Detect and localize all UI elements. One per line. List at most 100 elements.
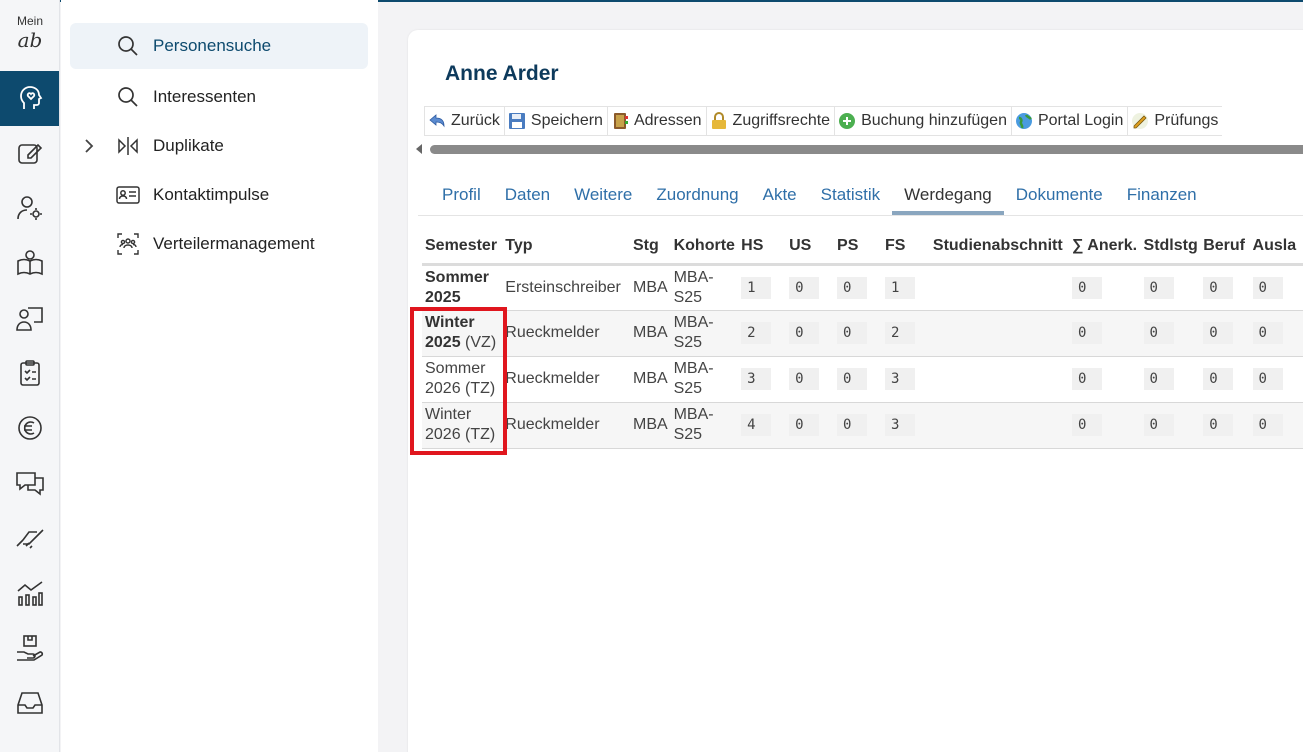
anerk-cell: 0 xyxy=(1069,264,1141,310)
tab-weitere[interactable]: Weitere xyxy=(562,180,644,216)
edit-icon[interactable] xyxy=(0,133,59,173)
nav-item-label: Interessenten xyxy=(153,87,257,106)
studienabschnitt-cell xyxy=(930,356,1069,402)
ps-cell: 0 xyxy=(834,356,882,402)
stdlstg-cell: 0 xyxy=(1141,264,1201,310)
exams-button[interactable]: Prüfungs xyxy=(1127,106,1223,136)
inbox-icon[interactable] xyxy=(0,683,59,723)
col-header-semester[interactable]: Semester xyxy=(422,230,502,264)
stdlstg-value: 0 xyxy=(1143,368,1174,390)
globe-icon xyxy=(1015,113,1032,129)
col-header-us[interactable]: US xyxy=(786,230,834,264)
table-row[interactable]: Winter 2026 (TZ) Rueckmelder MBA MBA- S25 … xyxy=(422,402,1303,448)
access-rights-button[interactable]: Zugriffsrechte xyxy=(705,106,835,136)
kohorte-part: S25 xyxy=(673,380,703,397)
col-header-stdlstg[interactable]: Stdlstg xyxy=(1141,230,1201,264)
compare-icon xyxy=(118,137,138,155)
nav-item-personensuche[interactable]: Personensuche xyxy=(70,23,368,69)
kohorte-part: MBA- xyxy=(673,406,714,423)
semester-season: Sommer xyxy=(425,268,490,286)
tab-daten[interactable]: Daten xyxy=(493,180,562,216)
tab-zuordnung[interactable]: Zuordnung xyxy=(644,180,750,216)
table-row[interactable]: Sommer 2026 (TZ) Rueckmelder MBA MBA- S25 … xyxy=(422,356,1303,402)
tab-statistik[interactable]: Statistik xyxy=(809,180,893,216)
table-row[interactable]: Winter 2025 (VZ) Rueckmelder MBA MBA- S25 … xyxy=(422,310,1303,356)
book-user-icon[interactable] xyxy=(0,243,59,283)
back-button-label: Zurück xyxy=(451,112,500,129)
scroll-thumb[interactable] xyxy=(430,145,1303,154)
user-settings-icon[interactable] xyxy=(0,188,59,228)
back-button[interactable]: Zurück xyxy=(424,106,504,136)
clipboard-checklist-icon[interactable] xyxy=(0,353,59,393)
col-header-anerk[interactable]: ∑ Anerk. xyxy=(1069,230,1141,264)
tab-akte[interactable]: Akte xyxy=(751,180,809,216)
stg-cell: MBA xyxy=(633,370,668,387)
ps-cell: 0 xyxy=(834,264,882,310)
toolbar: Zurück Speichern Adressen Zugriffsrechte… xyxy=(424,106,1223,136)
anerk-value: 0 xyxy=(1072,414,1103,436)
handshake-icon[interactable] xyxy=(0,518,59,558)
hs-value: 1 xyxy=(741,276,772,299)
save-button[interactable]: Speichern xyxy=(503,106,607,136)
col-header-studienabschnitt[interactable]: Studienabschnitt xyxy=(930,230,1069,264)
portal-login-button-label: Portal Login xyxy=(1037,112,1124,129)
nav-item-label: Kontaktimpulse xyxy=(153,185,270,204)
presenter-icon[interactable] xyxy=(0,298,59,338)
tab-dokumente[interactable]: Dokumente xyxy=(1004,180,1115,216)
col-header-kohorte[interactable]: Kohorte xyxy=(671,230,739,264)
nav-item-interessenten[interactable]: Interessenten xyxy=(70,74,368,120)
beruf-cell: 0 xyxy=(1200,356,1249,402)
tab-werdegang[interactable]: Werdegang xyxy=(892,180,1004,216)
tab-finanzen[interactable]: Finanzen xyxy=(1115,180,1209,216)
nav-item-verteilermanagement[interactable]: Verteilermanagement xyxy=(70,221,368,267)
chat-icon[interactable] xyxy=(0,463,59,503)
us-value: 0 xyxy=(789,322,820,344)
stdlstg-value: 0 xyxy=(1143,414,1174,436)
anerk-value: 0 xyxy=(1072,276,1103,299)
col-header-ausland[interactable]: Ausla xyxy=(1250,230,1303,264)
portal-login-button[interactable]: Portal Login xyxy=(1010,106,1128,136)
ausland-cell: 0 xyxy=(1250,310,1303,356)
semester-year: 2025 xyxy=(425,288,461,306)
col-header-hs[interactable]: HS xyxy=(738,230,786,264)
group-icon xyxy=(117,233,139,255)
toolbar-scrollbar[interactable] xyxy=(416,142,1303,156)
table-row[interactable]: Sommer 2025 Ersteinschreiber MBA MBA- S25 … xyxy=(422,264,1303,310)
ausland-cell: 0 xyxy=(1250,402,1303,448)
main-panel: Anne Arder Zurück Speichern Adressen Zug… xyxy=(408,30,1303,752)
nav-item-duplikate[interactable]: Duplikate xyxy=(70,123,368,169)
col-header-beruf[interactable]: Beruf xyxy=(1200,230,1249,264)
stdlstg-cell: 0 xyxy=(1141,402,1201,448)
kohorte-part: MBA- xyxy=(673,268,714,286)
us-value: 0 xyxy=(789,368,820,390)
fs-cell: 3 xyxy=(882,402,930,448)
nav-item-kontaktimpulse[interactable]: Kontaktimpulse xyxy=(70,172,368,218)
chevron-right-icon[interactable] xyxy=(82,136,96,156)
heart-head-icon[interactable] xyxy=(0,78,59,118)
hand-box-icon[interactable] xyxy=(0,628,59,668)
col-header-typ[interactable]: Typ xyxy=(502,230,630,264)
addresses-button[interactable]: Adressen xyxy=(606,106,706,136)
app-logo[interactable]: Mein ab xyxy=(0,10,60,60)
col-header-fs[interactable]: FS xyxy=(882,230,930,264)
add-booking-button[interactable]: Buchung hinzufügen xyxy=(834,106,1011,136)
secondary-nav: Personensuche Interessenten Duplikate Ko… xyxy=(61,0,378,752)
col-header-ps[interactable]: PS xyxy=(834,230,882,264)
nav-item-label: Duplikate xyxy=(153,136,224,155)
icon-rail: Mein ab xyxy=(0,0,60,752)
hs-cell: 4 xyxy=(738,402,786,448)
beruf-cell: 0 xyxy=(1200,310,1249,356)
ps-value: 0 xyxy=(837,368,868,390)
stg-cell: MBA xyxy=(633,278,668,296)
chart-icon[interactable] xyxy=(0,573,59,613)
back-arrow-icon xyxy=(429,114,445,128)
tab-profil[interactable]: Profil xyxy=(430,180,493,216)
studienabschnitt-cell xyxy=(930,310,1069,356)
euro-icon[interactable] xyxy=(0,408,59,448)
stdlstg-value: 0 xyxy=(1143,276,1174,299)
col-header-stg[interactable]: Stg xyxy=(630,230,671,264)
beruf-value: 0 xyxy=(1203,368,1234,390)
typ-cell: Rueckmelder xyxy=(505,370,600,387)
pencil-icon xyxy=(1132,113,1149,129)
scroll-left-icon[interactable] xyxy=(416,144,422,154)
